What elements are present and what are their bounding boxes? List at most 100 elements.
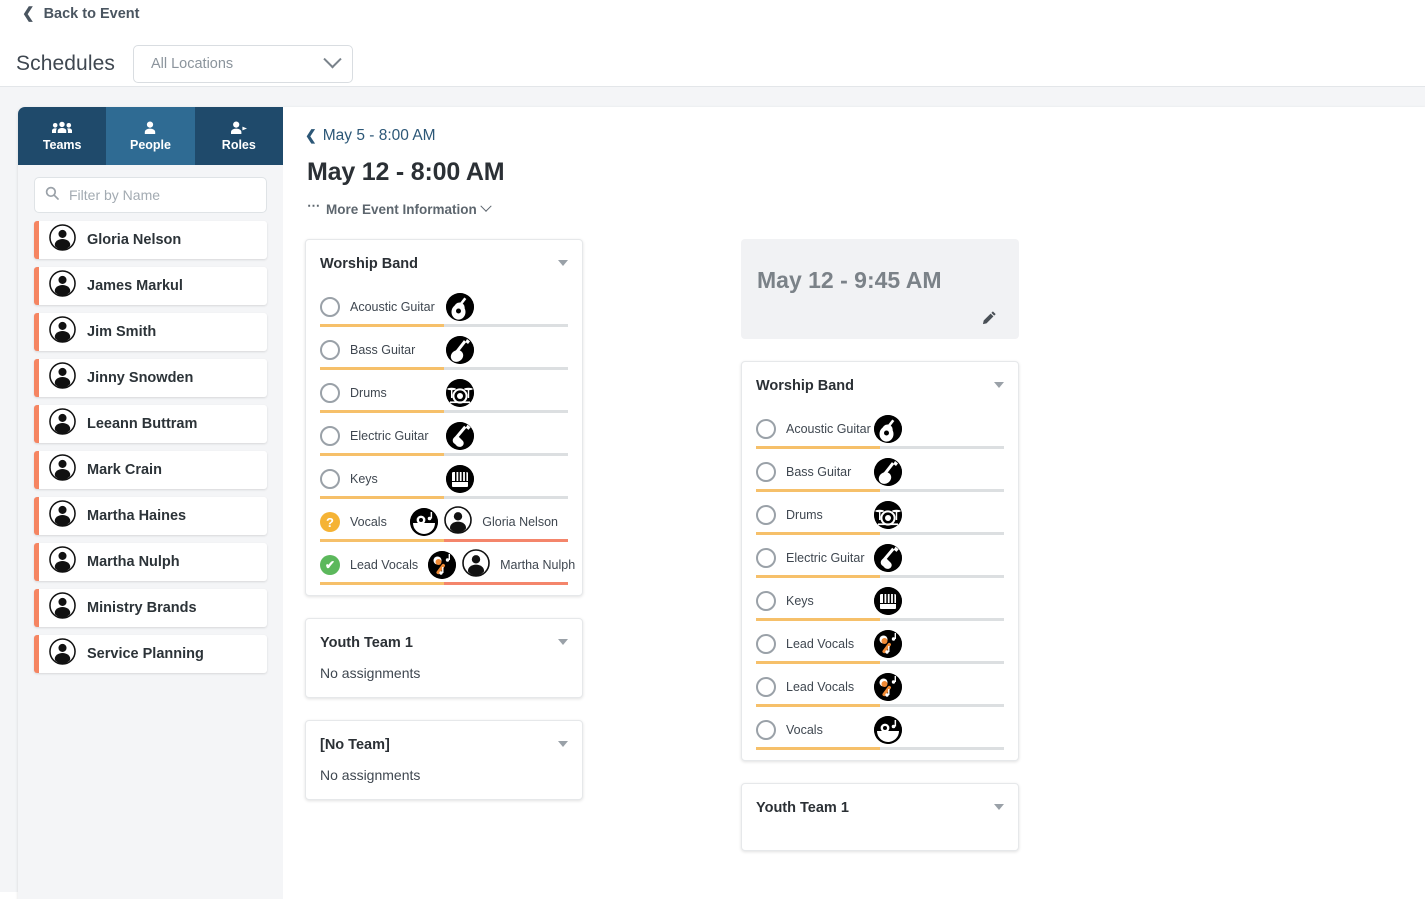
role-row[interactable]: Acoustic Guitar xyxy=(756,406,1004,449)
person-name: Service Planning xyxy=(87,646,204,662)
status-badge-unassigned[interactable] xyxy=(320,469,340,489)
team-card-title: Youth Team 1 xyxy=(756,800,849,816)
filter-box[interactable] xyxy=(34,177,267,213)
drums-icon xyxy=(874,501,902,529)
status-badge-unassigned[interactable] xyxy=(320,383,340,403)
triangle-down-icon[interactable] xyxy=(994,804,1004,810)
status-badge-unassigned[interactable] xyxy=(756,634,776,654)
tab-teams-label: Teams xyxy=(43,138,82,152)
list-item[interactable]: Service Planning xyxy=(34,635,267,673)
secondary-event-header[interactable]: May 12 - 9:45 AM xyxy=(741,239,1019,339)
team-card-title: Youth Team 1 xyxy=(320,635,413,651)
people-list: Gloria Nelson James Markul Jim Smith Jinny … xyxy=(18,221,283,673)
status-badge-unassigned[interactable] xyxy=(756,591,776,611)
status-badge-pending[interactable]: ? xyxy=(320,512,340,532)
role-row[interactable]: Lead Vocals xyxy=(756,621,1004,664)
avatar xyxy=(466,549,490,582)
status-badge-unassigned[interactable] xyxy=(320,426,340,446)
tab-roles[interactable]: Roles xyxy=(195,107,283,165)
role-name: Lead Vocals xyxy=(786,680,854,694)
team-card: Worship BandAcoustic GuitarBass GuitarDr… xyxy=(305,239,583,596)
list-item[interactable]: Martha Haines xyxy=(34,497,267,535)
role-list: Acoustic GuitarBass Guitar Drums Electric … xyxy=(756,406,1004,750)
role-row[interactable]: Bass Guitar xyxy=(756,449,1004,492)
tab-teams[interactable]: Teams xyxy=(18,107,106,165)
acoustic-guitar-icon xyxy=(874,415,902,443)
role-row[interactable]: Keys xyxy=(320,456,568,499)
lead-vocals-icon xyxy=(874,630,902,658)
list-item[interactable]: Jim Smith xyxy=(34,313,267,351)
list-item[interactable]: Martha Nulph xyxy=(34,543,267,581)
person-name: Leeann Buttram xyxy=(87,416,197,432)
location-select[interactable]: All Locations xyxy=(133,45,353,83)
role-row[interactable]: Electric Guitar xyxy=(756,535,1004,578)
status-badge-unassigned[interactable] xyxy=(320,340,340,360)
content-area: ❮ May 5 - 8:00 AM May 12 - 8:00 AM ⋯ Mor… xyxy=(283,107,1425,899)
previous-event-label: May 5 - 8:00 AM xyxy=(323,127,436,145)
role-name: Electric Guitar xyxy=(786,551,865,565)
no-assignments-text: No assignments xyxy=(320,767,568,783)
schedule-columns: Worship BandAcoustic GuitarBass GuitarDr… xyxy=(305,239,1425,873)
team-card: [No Team]No assignments xyxy=(305,720,583,800)
drums-icon xyxy=(446,379,474,407)
event-title: May 12 - 8:00 AM xyxy=(307,158,1425,187)
role-row[interactable]: Drums xyxy=(756,492,1004,535)
role-name: Acoustic Guitar xyxy=(350,300,435,314)
filter-wrapper xyxy=(18,165,283,221)
status-badge-unassigned[interactable] xyxy=(756,677,776,697)
list-item[interactable]: James Markul xyxy=(34,267,267,305)
lead-vocals-icon xyxy=(428,551,456,579)
status-badge-unassigned[interactable] xyxy=(756,462,776,482)
role-row[interactable]: Drums xyxy=(320,370,568,413)
status-badge-unassigned[interactable] xyxy=(756,548,776,568)
triangle-down-icon[interactable] xyxy=(558,260,568,266)
role-row[interactable]: Electric Guitar xyxy=(320,413,568,456)
role-name: Bass Guitar xyxy=(350,343,415,357)
status-badge-unassigned[interactable] xyxy=(756,505,776,525)
chevron-down-icon xyxy=(480,201,491,212)
question-mark-icon: ? xyxy=(326,515,334,530)
search-input[interactable] xyxy=(67,186,256,204)
status-badge-confirmed[interactable]: ✔ xyxy=(320,555,340,575)
tab-people[interactable]: People xyxy=(106,107,194,165)
list-item[interactable]: Ministry Brands xyxy=(34,589,267,627)
team-card: Youth Team 1 xyxy=(741,783,1019,851)
avatar xyxy=(49,270,76,302)
assignee-name: Gloria Nelson xyxy=(482,515,558,529)
role-name: Lead Vocals xyxy=(786,637,854,651)
more-event-information-toggle[interactable]: ⋯ More Event Information xyxy=(307,201,490,217)
role-row[interactable]: Vocals xyxy=(756,707,1004,750)
role-row[interactable]: ✔Lead VocalsMartha Nulph xyxy=(320,542,568,585)
vocals-icon xyxy=(874,716,902,744)
triangle-down-icon[interactable] xyxy=(558,741,568,747)
progress-filled xyxy=(320,582,444,585)
status-badge-unassigned[interactable] xyxy=(756,419,776,439)
check-icon: ✔ xyxy=(325,558,335,572)
triangle-down-icon[interactable] xyxy=(558,639,568,645)
pencil-icon[interactable] xyxy=(982,310,997,325)
list-item[interactable]: Leeann Buttram xyxy=(34,405,267,443)
previous-event-link[interactable]: ❮ May 5 - 8:00 AM xyxy=(305,127,436,145)
list-item[interactable]: Gloria Nelson xyxy=(34,221,267,259)
bass-guitar-icon xyxy=(446,336,474,364)
role-name: Drums xyxy=(786,508,823,522)
list-item[interactable]: Jinny Snowden xyxy=(34,359,267,397)
avatar xyxy=(448,506,472,539)
list-item[interactable]: Mark Crain xyxy=(34,451,267,489)
triangle-down-icon[interactable] xyxy=(994,382,1004,388)
status-badge-unassigned[interactable] xyxy=(756,720,776,740)
role-row[interactable]: Acoustic Guitar xyxy=(320,284,568,327)
role-row[interactable]: Bass Guitar xyxy=(320,327,568,370)
chevron-left-icon: ❮ xyxy=(305,127,317,144)
role-row[interactable]: ?VocalsGloria Nelson xyxy=(320,499,568,542)
role-row[interactable]: Lead Vocals xyxy=(756,664,1004,707)
location-select-value: All Locations xyxy=(151,56,233,72)
avatar xyxy=(49,638,76,670)
person-name: Martha Nulph xyxy=(87,554,180,570)
secondary-event-title: May 12 - 9:45 AM xyxy=(757,267,1019,294)
back-to-event-link[interactable]: ❮ Back to Event xyxy=(16,0,139,22)
person-tag-icon xyxy=(230,121,248,135)
person-name: Ministry Brands xyxy=(87,600,197,616)
status-badge-unassigned[interactable] xyxy=(320,297,340,317)
role-row[interactable]: Keys xyxy=(756,578,1004,621)
